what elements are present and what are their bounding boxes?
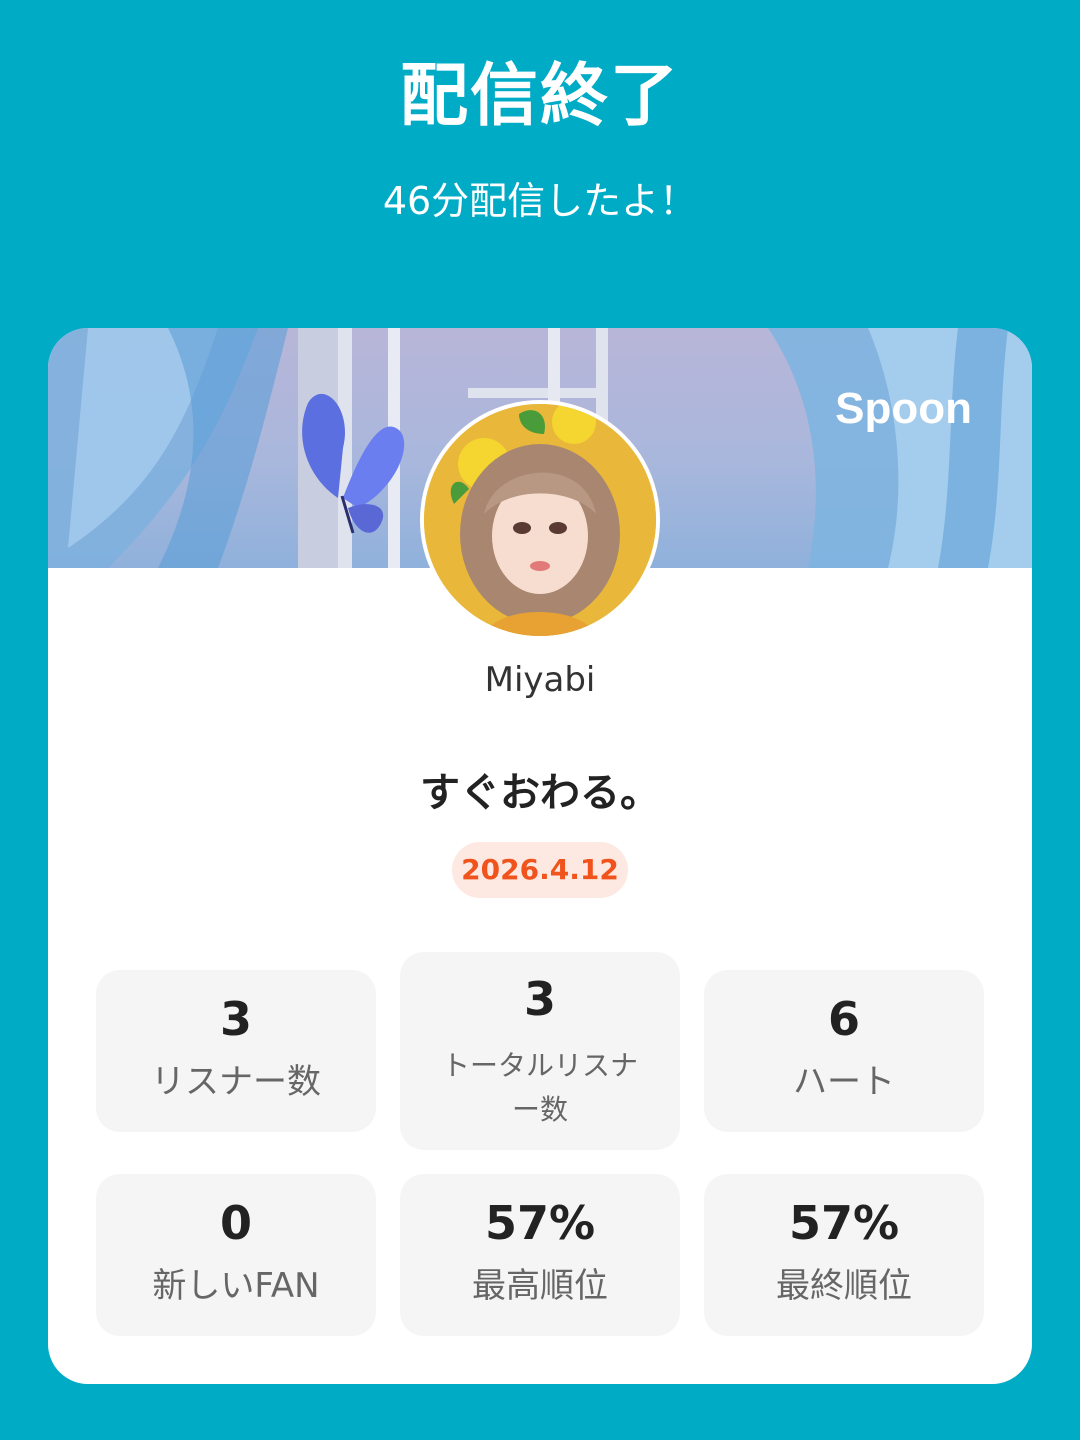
stat-label-line1: トータルリスナ xyxy=(441,1049,638,1082)
stat-new-fans: 0 新しいFAN xyxy=(96,1174,376,1336)
stat-value: 57% xyxy=(788,1196,900,1250)
page-title: 配信終了 xyxy=(399,57,680,136)
stat-listeners: 3 リスナー数 xyxy=(96,970,376,1132)
stat-value: 57% xyxy=(484,1196,596,1250)
stat-label: 最高順位 xyxy=(472,1266,608,1306)
stat-label: リスナー数 xyxy=(151,1062,321,1102)
avatar-illustration xyxy=(424,404,656,636)
stat-value: 3 xyxy=(219,992,252,1046)
stat-label: 新しいFAN xyxy=(152,1266,320,1306)
username: Miyabi xyxy=(484,660,596,700)
stream-duration-text: 46分配信したよ！ xyxy=(382,179,698,223)
stat-total-listeners: 3 トータルリスナ ー数 xyxy=(400,952,680,1150)
stat-label-line2: ー数 xyxy=(511,1093,568,1126)
date-badge: 2026.4.12 xyxy=(452,842,628,898)
stat-final-rank: 57% 最終順位 xyxy=(704,1174,984,1336)
stat-highest-rank: 57% 最高順位 xyxy=(400,1174,680,1336)
stat-value: 0 xyxy=(219,1196,252,1250)
stat-label: ハート xyxy=(793,1062,895,1102)
stat-value: 6 xyxy=(827,992,860,1046)
avatar[interactable] xyxy=(420,400,660,640)
stat-value: 3 xyxy=(523,972,556,1026)
stat-hearts: 6 ハート xyxy=(704,970,984,1132)
stream-title: すぐおわる。 xyxy=(420,770,660,816)
broadcast-summary-card: Spoon Miyabi すぐおわる。 2026.4.12 3 リスナー数 3 … xyxy=(48,328,1032,1384)
stat-label: 最終順位 xyxy=(776,1266,912,1306)
spoon-logo: Spoon xyxy=(835,384,972,433)
